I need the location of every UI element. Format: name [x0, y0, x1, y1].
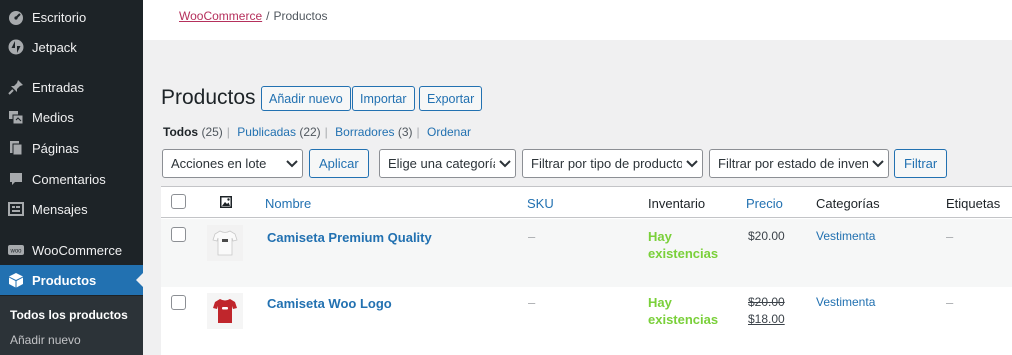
sidebar-item-entradas[interactable]: Entradas: [0, 72, 143, 102]
stock-status-line: Hay: [648, 229, 672, 244]
table-header: Nombre SKU Inventario Precio Categorías …: [161, 187, 1012, 218]
view-all[interactable]: Todos: [163, 125, 198, 139]
pages-icon: [8, 140, 24, 156]
woocommerce-icon: woo: [8, 242, 24, 258]
bulk-actions-select[interactable]: Acciones en lote: [162, 149, 303, 178]
export-button[interactable]: Exportar: [419, 86, 483, 111]
column-tags: Etiquetas: [946, 196, 1001, 211]
view-drafts[interactable]: Borradores: [335, 125, 394, 139]
woocommerce-header: WooCommerce / Productos: [143, 0, 1012, 40]
stock-status-select[interactable]: Filtrar por estado de inventario: [709, 149, 889, 178]
image-column-icon: [219, 195, 233, 209]
import-button[interactable]: Importar: [352, 86, 415, 111]
select-all-checkbox[interactable]: [171, 194, 186, 209]
bulk-actions-value: Acciones en lote: [171, 156, 267, 171]
category-link[interactable]: Vestimenta: [816, 229, 875, 243]
media-icon: [8, 109, 24, 125]
submenu-item-todos-los-productos[interactable]: Todos los productos: [10, 308, 128, 322]
product-name-link[interactable]: Camiseta Woo Logo: [267, 296, 392, 311]
submenu-item-anadir-nuevo[interactable]: Añadir nuevo: [10, 333, 81, 347]
category-select[interactable]: Elige una categoría: [379, 149, 516, 178]
row-checkbox[interactable]: [171, 227, 186, 242]
stock-status: Hay existencias: [648, 294, 718, 328]
comment-icon: [8, 171, 24, 187]
sidebar-item-label: Escritorio: [32, 9, 87, 25]
stock-status-line: Hay: [648, 295, 672, 310]
svg-text:woo: woo: [9, 249, 22, 255]
sidebar-item-jetpack[interactable]: Jetpack: [0, 32, 143, 62]
tags-value: –: [946, 229, 954, 244]
status-views: Todos (25) | Publicadas (22) | Borradores …: [163, 125, 472, 139]
sidebar-item-productos[interactable]: Productos: [0, 265, 143, 295]
breadcrumb-current: Productos: [273, 9, 328, 23]
view-published-count: (22): [299, 125, 321, 139]
chevron-down-icon: [282, 150, 302, 177]
column-sku[interactable]: SKU: [527, 196, 554, 211]
add-new-button[interactable]: Añadir nuevo: [261, 86, 351, 111]
productos-submenu: Todos los productos Añadir nuevo: [0, 296, 143, 355]
column-categories: Categorías: [816, 196, 880, 211]
price-current: $20.00: [748, 229, 785, 243]
price-sale: $18.00: [748, 312, 785, 326]
sidebar-item-label: Páginas: [32, 140, 79, 156]
column-stock: Inventario: [648, 196, 706, 211]
sidebar-item-label: Medios: [32, 109, 74, 125]
price-value: $20.00: [748, 228, 785, 245]
view-sort[interactable]: Ordenar: [427, 125, 471, 139]
chevron-down-icon: [682, 150, 702, 177]
page-title: Productos: [161, 86, 256, 109]
column-name[interactable]: Nombre: [265, 196, 311, 211]
stock-status-value: Filtrar por estado de inventario: [718, 156, 868, 171]
sidebar-item-escritorio[interactable]: Escritorio: [0, 2, 143, 32]
sku-value: –: [528, 295, 536, 310]
stock-status-line: existencias: [648, 246, 719, 261]
sidebar-item-label: Comentarios: [32, 171, 106, 187]
column-price[interactable]: Precio: [746, 196, 783, 211]
product-thumbnail[interactable]: [207, 293, 243, 329]
filter-button[interactable]: Filtrar: [894, 149, 948, 178]
sidebar-item-label: Mensajes: [32, 201, 88, 217]
view-drafts-count: (3): [397, 125, 413, 139]
category-value: Elige una categoría: [388, 156, 495, 171]
products-table: Nombre SKU Inventario Precio Categorías …: [161, 186, 1012, 355]
sidebar-item-mensajes[interactable]: Mensajes: [0, 194, 143, 224]
view-published[interactable]: Publicadas: [237, 125, 296, 139]
box-icon: [8, 272, 24, 288]
sidebar-item-woocommerce[interactable]: woo WooCommerce: [0, 235, 143, 265]
table-row: Camiseta Woo Logo – Hay existencias $20.…: [161, 287, 1012, 355]
row-checkbox[interactable]: [171, 295, 186, 310]
product-thumbnail[interactable]: [207, 225, 243, 261]
chevron-down-icon: [495, 150, 515, 177]
stock-status: Hay existencias: [648, 228, 718, 262]
sidebar-item-label: Jetpack: [32, 39, 77, 55]
price-value: $20.00 $18.00: [748, 294, 785, 328]
sidebar-item-medios[interactable]: Medios: [0, 102, 143, 132]
stock-status-line: existencias: [648, 312, 719, 327]
tags-value: –: [946, 295, 954, 310]
sku-value: –: [528, 229, 536, 244]
product-name-link[interactable]: Camiseta Premium Quality: [267, 230, 432, 245]
chevron-down-icon: [868, 150, 888, 177]
product-type-value: Filtrar por tipo de producto: [531, 156, 682, 171]
jetpack-icon: [8, 39, 24, 55]
product-type-select[interactable]: Filtrar por tipo de producto: [522, 149, 703, 178]
view-all-count: (25): [201, 125, 223, 139]
sidebar-item-paginas[interactable]: Páginas: [0, 133, 143, 163]
sidebar-item-label: Entradas: [32, 79, 85, 95]
admin-sidebar: Escritorio Jetpack Entradas Medios Págin…: [0, 0, 143, 355]
sidebar-item-comentarios[interactable]: Comentarios: [0, 164, 143, 194]
price-regular: $20.00: [748, 295, 785, 309]
pin-icon: [8, 79, 24, 95]
dashboard-icon: [8, 9, 24, 25]
table-row: Camiseta Premium Quality – Hay existenci…: [161, 219, 1012, 287]
breadcrumb-woocommerce-link[interactable]: WooCommerce: [179, 9, 262, 23]
breadcrumb-separator: /: [266, 9, 270, 23]
sidebar-item-label: WooCommerce: [32, 242, 123, 258]
apply-button[interactable]: Aplicar: [309, 149, 369, 178]
category-link[interactable]: Vestimenta: [816, 295, 875, 309]
breadcrumb: WooCommerce / Productos: [179, 9, 328, 23]
sidebar-item-label: Productos: [32, 272, 97, 288]
messages-icon: [8, 201, 24, 217]
